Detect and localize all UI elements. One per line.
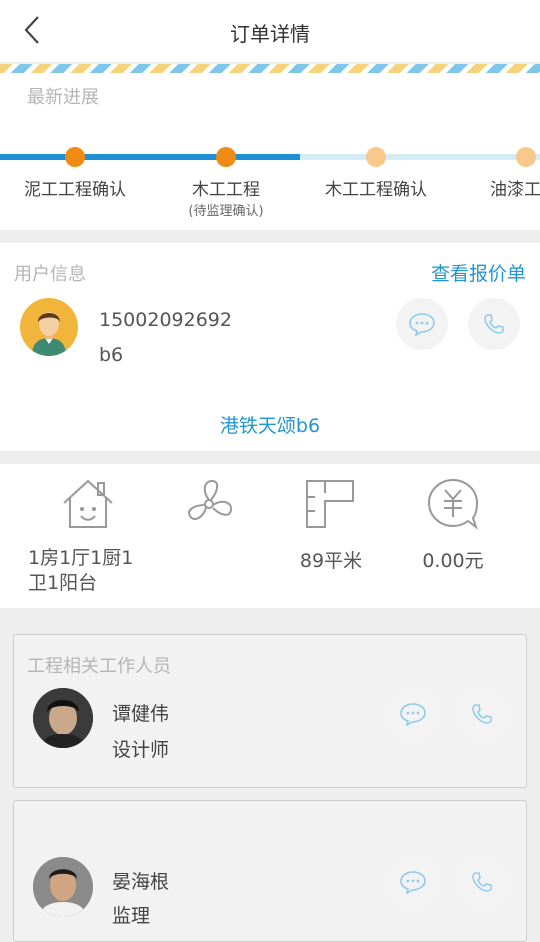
message-icon [400, 703, 426, 726]
house-layout: 1房1厅1厨1 卫1阳台 [28, 546, 133, 596]
message-icon [409, 313, 435, 336]
staff-avatar-2 [33, 857, 93, 917]
progress-label: 最新进展 [27, 87, 99, 108]
fan-icon [188, 479, 233, 520]
house-area: 89平米 [299, 550, 363, 572]
step-label-1: 泥工工程确认 [24, 180, 126, 200]
step-label-4: 油漆工 [490, 180, 540, 200]
staff-avatar-1 [33, 688, 93, 748]
step-dot-4 [516, 147, 536, 167]
community-link[interactable]: 港铁天颂b6 [0, 411, 540, 438]
staff-label: 工程相关工作人员 [27, 656, 171, 677]
user-phone: 15002092692 [99, 309, 232, 331]
step-dot-2 [216, 147, 236, 167]
house-price: 0.00元 [422, 550, 484, 572]
header-bar: 订单详情 [0, 0, 540, 62]
page-title: 订单详情 [230, 22, 310, 46]
step-dot-3 [366, 147, 386, 167]
staff-call-button-2[interactable] [456, 856, 508, 908]
user-message-button[interactable] [396, 298, 448, 350]
yuan-icon [427, 478, 479, 530]
decorative-stripe [0, 64, 540, 73]
staff-card-2: 晏海根 监理 [13, 800, 527, 942]
staff-role-2: 监理 [112, 905, 151, 927]
house-icon [63, 479, 113, 528]
step-label-3: 木工工程确认 [325, 180, 427, 200]
user-name: b6 [99, 344, 124, 366]
step-label-2: 木工工程 [192, 180, 260, 200]
user-info-label: 用户信息 [14, 264, 86, 285]
user-info-section: 用户信息 查看报价单 15002092692 b6 港铁天颂b6 [0, 243, 540, 451]
progress-line-pending [300, 154, 540, 160]
house-layout-line-1: 1房1厅1厨1 [28, 547, 134, 569]
staff-role-1: 设计师 [112, 739, 170, 761]
view-quote-link[interactable]: 查看报价单 [431, 259, 526, 286]
progress-section: 最新进展 泥工工程确认 木工工程 (待监理确认) 木工工程确认 油漆工 [0, 73, 540, 230]
house-info-section: 1房1厅1厨1 卫1阳台 89平米 0.00元 [0, 464, 540, 608]
house-layout-line-2: 卫1阳台 [28, 572, 98, 594]
phone-icon [472, 704, 492, 724]
staff-name-1: 谭健伟 [112, 703, 170, 725]
phone-icon [472, 872, 492, 892]
staff-call-button-1[interactable] [456, 688, 508, 740]
staff-name-2: 晏海根 [112, 871, 170, 893]
message-icon [400, 871, 426, 894]
phone-icon [484, 314, 504, 334]
user-call-button[interactable] [468, 298, 520, 350]
user-avatar [20, 298, 78, 356]
staff-card: 工程相关工作人员 谭健伟 设计师 [13, 634, 527, 788]
staff-message-button-2[interactable] [387, 856, 439, 908]
staff-message-button-1[interactable] [387, 688, 439, 740]
step-dot-1 [65, 147, 85, 167]
floorplan-icon [306, 480, 354, 528]
step-sub-2: (待监理确认) [188, 204, 264, 219]
progress-line-done [0, 154, 300, 160]
